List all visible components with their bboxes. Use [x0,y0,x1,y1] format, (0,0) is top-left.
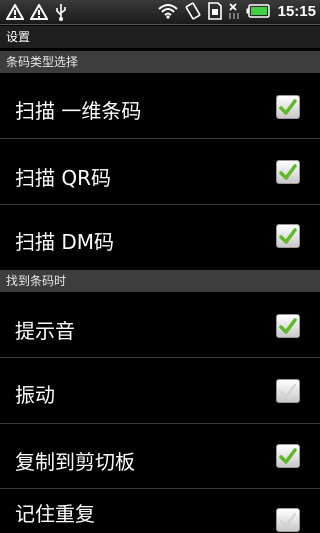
setting-row-scan-1d[interactable]: 扫描 一维条码 [0,73,320,139]
checkmark-icon [279,99,297,115]
setting-row-remember-duplicates[interactable]: 记住重复 [0,490,320,533]
warning-icon [6,4,24,20]
setting-checkbox[interactable] [276,314,300,338]
setting-row-beep[interactable]: 提示音 [0,292,320,358]
checkmark-icon [280,513,296,527]
wifi-icon [157,4,178,19]
setting-row-vibrate[interactable]: 振动 [0,359,320,424]
warning-icon [30,4,48,20]
status-time: 15:15 [277,2,316,20]
setting-row-scan-dm[interactable]: 扫描 DM码 [0,206,320,270]
section-header-barcode-types: 条码类型选择 [0,51,320,73]
setting-label: 复制到剪切板 [15,450,135,474]
setting-label: 扫描 DM码 [15,230,115,254]
setting-label: 振动 [15,383,55,407]
setting-checkbox[interactable] [276,95,300,119]
setting-row-copy-clipboard[interactable]: 复制到剪切板 [0,425,320,489]
section-header-on-barcode-found: 找到条码时 [0,270,320,292]
status-right-icons: 15:15 [157,2,316,20]
status-bar: 15:15 [0,0,320,25]
checkmark-icon [279,318,297,334]
setting-label: 扫描 QR码 [15,166,111,190]
page-title: 设置 [0,26,320,48]
setting-row-scan-qr[interactable]: 扫描 QR码 [0,140,320,205]
setting-checkbox[interactable] [276,508,300,532]
setting-label: 提示音 [15,319,75,343]
no-signal-icon [228,3,239,19]
status-left-icons [6,3,68,21]
setting-label: 扫描 一维条码 [15,99,142,123]
setting-checkbox[interactable] [276,224,300,248]
setting-checkbox[interactable] [276,444,300,468]
checkmark-icon [279,228,297,244]
sim-icon [207,2,222,20]
checkmark-icon [280,384,296,398]
checkmark-icon [279,164,297,180]
setting-checkbox[interactable] [276,160,300,184]
checkmark-icon [279,448,297,464]
battery-icon [246,4,270,18]
usb-icon [56,4,66,21]
setting-label: 记住重复 [15,502,95,526]
setting-checkbox[interactable] [276,379,300,403]
vibrate-icon [185,2,201,20]
